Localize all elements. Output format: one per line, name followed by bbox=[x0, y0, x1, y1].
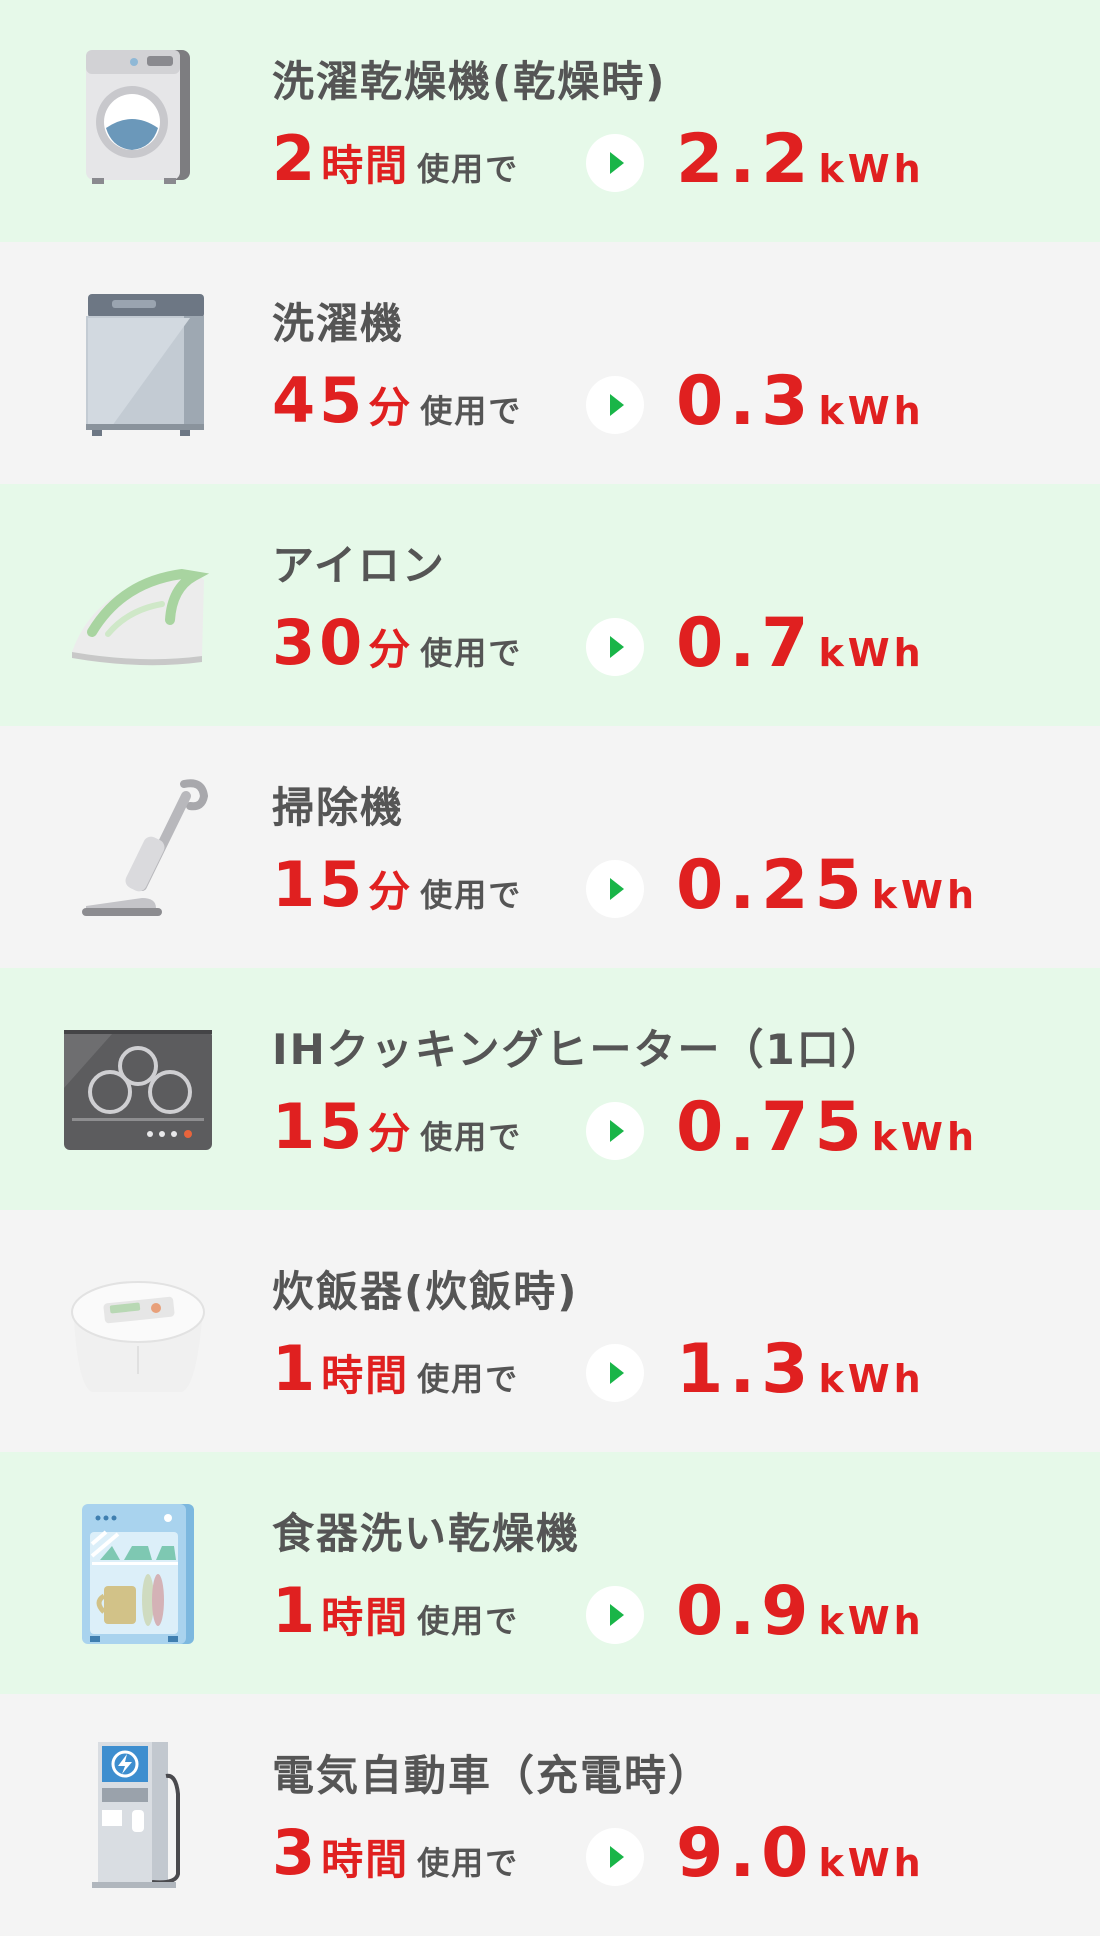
energy-result: 0.25 kWh bbox=[676, 846, 978, 925]
duration-amount: 15 bbox=[272, 1090, 367, 1163]
duration-amount: 1 bbox=[272, 1574, 320, 1647]
energy-result: 0.7 kWh bbox=[676, 604, 925, 683]
arrow-right-icon bbox=[586, 1344, 644, 1402]
energy-value: 0.25 bbox=[676, 846, 868, 925]
vacuum-cleaner-icon bbox=[52, 766, 222, 926]
energy-result: 9.0 kWh bbox=[676, 1814, 925, 1893]
ev-charger-icon bbox=[52, 1734, 222, 1894]
energy-value: 2.2 bbox=[676, 120, 815, 199]
arrow-right-icon bbox=[586, 1828, 644, 1886]
energy-unit: kWh bbox=[818, 147, 925, 191]
rice-cooker-icon bbox=[52, 1250, 222, 1410]
duration-unit: 分 bbox=[368, 867, 413, 916]
duration-amount: 3 bbox=[272, 1816, 320, 1889]
appliance-row: アイロン 30 分 使用で 0.7 kWh bbox=[0, 484, 1100, 726]
arrow-right-icon bbox=[586, 1586, 644, 1644]
usage-duration: 2 時間 使用で bbox=[272, 122, 519, 202]
duration-unit: 分 bbox=[368, 1109, 413, 1158]
usage-duration: 15 分 使用で bbox=[272, 1090, 522, 1170]
appliance-row: 電気自動車（充電時） 3 時間 使用で 9.0 kWh bbox=[0, 1694, 1100, 1936]
energy-value: 0.75 bbox=[676, 1088, 868, 1167]
washing-machine-icon bbox=[52, 282, 222, 442]
duration-unit: 時間 bbox=[321, 1351, 410, 1400]
energy-unit: kWh bbox=[871, 873, 979, 917]
dishwasher-icon bbox=[52, 1492, 222, 1652]
arrow-right-icon bbox=[586, 860, 644, 918]
energy-result: 0.3 kWh bbox=[676, 362, 925, 441]
appliance-list: 洗濯乾燥機(乾燥時) 2 時間 使用で 2.2 kWh 洗濯機 45 分 使用で… bbox=[0, 0, 1100, 1936]
arrow-right-icon bbox=[586, 618, 644, 676]
usage-suffix: 使用で bbox=[420, 876, 523, 914]
usage-duration: 3 時間 使用で bbox=[272, 1816, 519, 1896]
energy-result: 2.2 kWh bbox=[676, 120, 925, 199]
appliance-name: 掃除機 bbox=[272, 783, 405, 832]
usage-suffix: 使用で bbox=[420, 1118, 523, 1156]
arrow-right-icon bbox=[586, 376, 644, 434]
appliance-name: IHクッキングヒーター（1口） bbox=[272, 1025, 885, 1074]
appliance-name: 洗濯乾燥機(乾燥時) bbox=[272, 57, 667, 106]
usage-suffix: 使用で bbox=[417, 1602, 520, 1640]
energy-value: 0.9 bbox=[676, 1572, 815, 1651]
appliance-name: 洗濯機 bbox=[272, 299, 405, 348]
duration-amount: 30 bbox=[272, 606, 367, 679]
duration-unit: 時間 bbox=[321, 141, 410, 190]
energy-unit: kWh bbox=[818, 1841, 925, 1885]
usage-suffix: 使用で bbox=[417, 150, 520, 188]
duration-unit: 時間 bbox=[321, 1593, 410, 1642]
duration-amount: 45 bbox=[272, 364, 367, 437]
iron-icon bbox=[52, 524, 222, 684]
energy-unit: kWh bbox=[818, 389, 925, 433]
energy-value: 0.3 bbox=[676, 362, 815, 441]
usage-duration: 1 時間 使用で bbox=[272, 1332, 519, 1412]
energy-value: 0.7 bbox=[676, 604, 815, 683]
energy-result: 0.9 kWh bbox=[676, 1572, 925, 1651]
energy-unit: kWh bbox=[818, 631, 925, 675]
appliance-row: 掃除機 15 分 使用で 0.25 kWh bbox=[0, 726, 1100, 968]
usage-duration: 45 分 使用で bbox=[272, 364, 522, 444]
arrow-right-icon bbox=[586, 134, 644, 192]
usage-duration: 1 時間 使用で bbox=[272, 1574, 519, 1654]
energy-result: 0.75 kWh bbox=[676, 1088, 978, 1167]
appliance-name: アイロン bbox=[272, 541, 446, 590]
appliance-row: 洗濯乾燥機(乾燥時) 2 時間 使用で 2.2 kWh bbox=[0, 0, 1100, 242]
duration-amount: 15 bbox=[272, 848, 367, 921]
energy-value: 9.0 bbox=[676, 1814, 815, 1893]
energy-unit: kWh bbox=[871, 1115, 979, 1159]
usage-duration: 30 分 使用で bbox=[272, 606, 522, 686]
energy-unit: kWh bbox=[818, 1599, 925, 1643]
usage-duration: 15 分 使用で bbox=[272, 848, 522, 928]
appliance-row: 食器洗い乾燥機 1 時間 使用で 0.9 kWh bbox=[0, 1452, 1100, 1694]
duration-unit: 時間 bbox=[321, 1835, 410, 1884]
appliance-name: 炊飯器(炊飯時) bbox=[272, 1267, 579, 1316]
usage-suffix: 使用で bbox=[420, 392, 523, 430]
duration-unit: 分 bbox=[368, 383, 413, 432]
duration-unit: 分 bbox=[368, 625, 413, 674]
energy-value: 1.3 bbox=[676, 1330, 815, 1409]
ih-cooktop-icon bbox=[52, 1008, 222, 1168]
appliance-name: 食器洗い乾燥機 bbox=[272, 1509, 581, 1558]
washer-dryer-icon bbox=[52, 40, 222, 200]
usage-suffix: 使用で bbox=[420, 634, 523, 672]
appliance-name: 電気自動車（充電時） bbox=[272, 1751, 713, 1800]
duration-amount: 2 bbox=[272, 122, 320, 195]
duration-amount: 1 bbox=[272, 1332, 320, 1405]
usage-suffix: 使用で bbox=[417, 1360, 520, 1398]
arrow-right-icon bbox=[586, 1102, 644, 1160]
appliance-row: 洗濯機 45 分 使用で 0.3 kWh bbox=[0, 242, 1100, 484]
energy-unit: kWh bbox=[818, 1357, 925, 1401]
energy-result: 1.3 kWh bbox=[676, 1330, 925, 1409]
appliance-row: 炊飯器(炊飯時) 1 時間 使用で 1.3 kWh bbox=[0, 1210, 1100, 1452]
usage-suffix: 使用で bbox=[417, 1844, 520, 1882]
appliance-row: IHクッキングヒーター（1口） 15 分 使用で 0.75 kWh bbox=[0, 968, 1100, 1210]
